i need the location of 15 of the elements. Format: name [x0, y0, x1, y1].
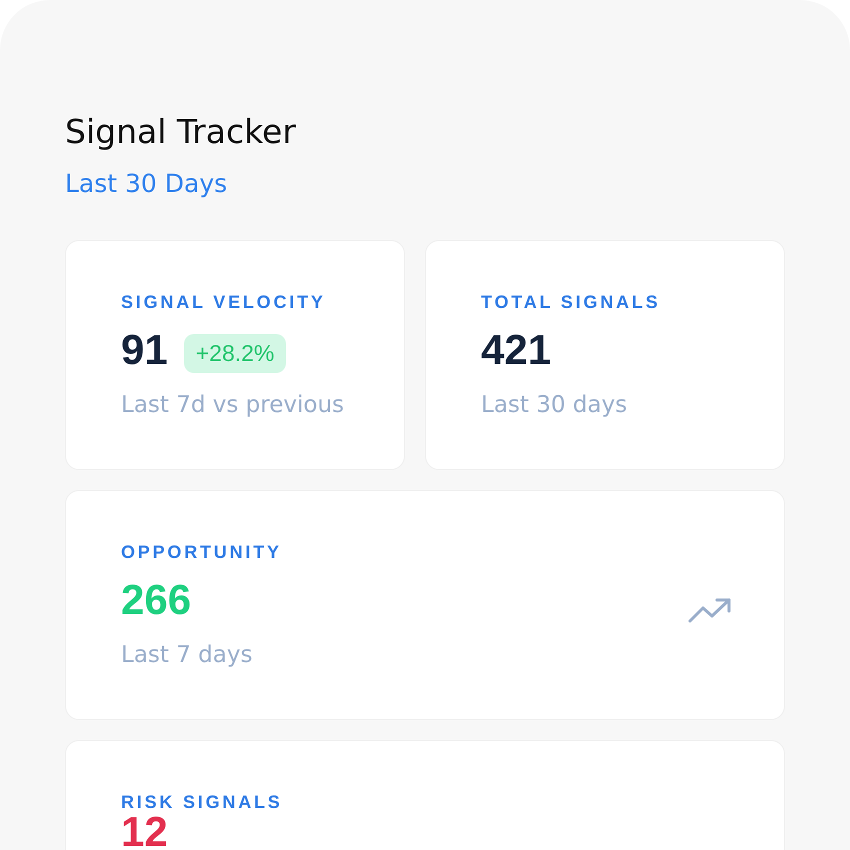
metric-caption: Last 7 days — [121, 641, 252, 670]
page-title: Signal Tracker — [65, 112, 296, 152]
metric-caption: Last 30 days — [481, 391, 628, 420]
trending-up-icon — [688, 597, 732, 623]
metric-label: RISK SIGNALS — [121, 791, 283, 814]
metric-value: 266 — [121, 575, 192, 625]
metric-label: TOTAL SIGNALS — [481, 291, 660, 314]
metric-value: 421 — [481, 325, 552, 375]
metric-caption: Last 7d vs previous — [121, 391, 344, 420]
metric-value: 91 — [121, 325, 168, 375]
metric-value: 12 — [121, 814, 168, 850]
change-badge: +28.2% — [184, 334, 286, 373]
metric-label: SIGNAL VELOCITY — [121, 291, 326, 314]
period-label: Last 30 Days — [65, 169, 228, 199]
metric-label: OPPORTUNITY — [121, 541, 282, 564]
